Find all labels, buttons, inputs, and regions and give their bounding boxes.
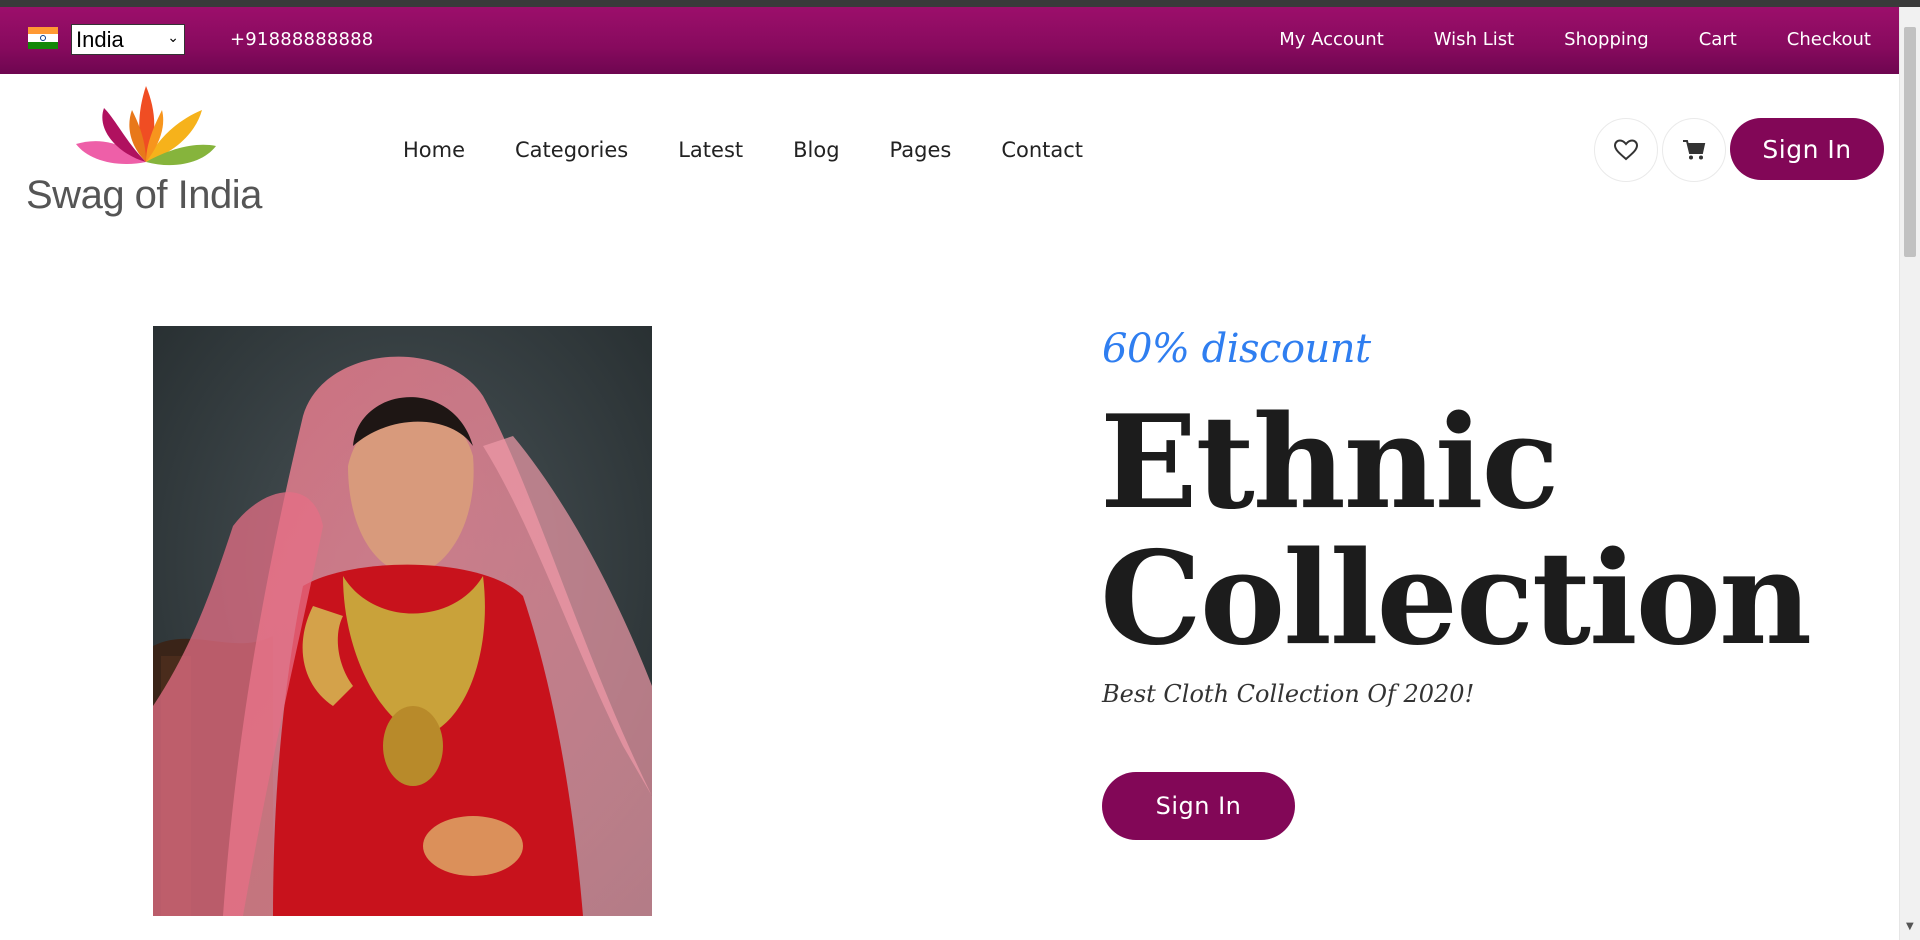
cart-icon	[1683, 140, 1706, 160]
nav-pages[interactable]: Pages	[890, 138, 952, 162]
discount-tagline: 60% discount	[1102, 326, 1371, 372]
logo-text: Swag of India	[26, 173, 262, 217]
nav-latest[interactable]: Latest	[678, 138, 743, 162]
lotus-logo-icon	[76, 86, 216, 166]
hero-title-line-2: Collection	[1100, 524, 1812, 674]
heart-icon	[1613, 139, 1639, 161]
nav-home[interactable]: Home	[403, 138, 465, 162]
top-links: My Account Wish List Shopping Cart Check…	[1279, 29, 1871, 50]
hero-image	[153, 326, 652, 916]
phone-number[interactable]: +91888888888	[230, 29, 373, 50]
header-signin-button[interactable]: Sign In	[1730, 118, 1884, 180]
main-nav: Home Categories Latest Blog Pages Contac…	[403, 138, 1083, 162]
top-link-checkout[interactable]: Checkout	[1787, 29, 1871, 50]
chevron-down-icon: ⌄	[167, 30, 179, 46]
scroll-down-icon[interactable]: ▼	[1906, 921, 1914, 932]
scrollbar-thumb[interactable]	[1904, 27, 1916, 257]
hero-title-line-1: Ethnic	[1100, 388, 1559, 538]
india-flag-icon	[28, 27, 58, 49]
top-link-my-account[interactable]: My Account	[1279, 29, 1384, 50]
country-select[interactable]: India ⌄	[71, 24, 185, 55]
hero-title: Ethnic Collection	[1100, 388, 1812, 674]
hero-subtitle: Best Cloth Collection Of 2020!	[1102, 680, 1475, 708]
hero-signin-button[interactable]: Sign In	[1102, 772, 1295, 840]
window-top-edge	[0, 0, 1920, 7]
nav-categories[interactable]: Categories	[515, 138, 628, 162]
wishlist-button[interactable]	[1594, 118, 1658, 182]
nav-blog[interactable]: Blog	[793, 138, 839, 162]
main-header: Swag of India Home Categories Latest Blo…	[0, 74, 1899, 224]
page-scrollbar[interactable]: ▼	[1899, 7, 1920, 940]
country-select-value: India	[76, 26, 124, 52]
top-link-cart[interactable]: Cart	[1699, 29, 1737, 50]
cart-button[interactable]	[1662, 118, 1726, 182]
nav-contact[interactable]: Contact	[1001, 138, 1083, 162]
top-link-wish-list[interactable]: Wish List	[1434, 29, 1514, 50]
bride-photo	[153, 326, 652, 916]
top-bar: India ⌄ +91888888888 My Account Wish Lis…	[0, 7, 1899, 74]
top-link-shopping[interactable]: Shopping	[1564, 29, 1649, 50]
